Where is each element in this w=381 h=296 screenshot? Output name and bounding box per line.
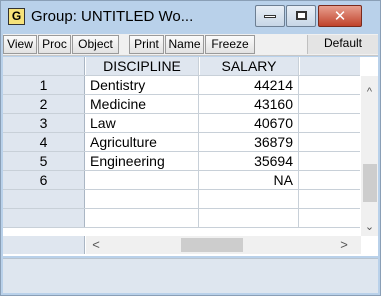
table-row: 6 NA	[3, 171, 360, 190]
default-display-selector[interactable]: Default	[307, 35, 378, 54]
table-row: 1 Dentistry 44214	[3, 76, 360, 95]
salary-cell-empty[interactable]	[200, 209, 299, 227]
salary-cell[interactable]: 43160	[200, 95, 299, 113]
discipline-cell-empty[interactable]	[86, 190, 199, 208]
discipline-cell[interactable]: Law	[86, 114, 199, 132]
corner-cell	[3, 57, 85, 75]
scroll-down-icon[interactable]: ⌄	[361, 219, 378, 235]
row-number-empty	[3, 209, 85, 227]
salary-cell[interactable]: 40670	[200, 114, 299, 132]
print-button[interactable]: Print	[129, 35, 164, 54]
row-number[interactable]: 3	[3, 114, 85, 132]
close-icon: ✕	[333, 7, 347, 25]
row-number[interactable]: 2	[3, 95, 85, 113]
salary-cell[interactable]: 36879	[200, 133, 299, 151]
table-row: 3 Law 40670	[3, 114, 360, 133]
scroll-up-icon[interactable]: ^	[361, 84, 378, 100]
table-row: 4 Agriculture 36879	[3, 133, 360, 152]
scroll-right-icon[interactable]: >	[336, 236, 352, 254]
row-number[interactable]: 4	[3, 133, 85, 151]
discipline-cell[interactable]: Dentistry	[86, 76, 199, 94]
table-row: 2 Medicine 43160	[3, 95, 360, 114]
table-row-empty	[3, 209, 360, 228]
scroll-left-icon[interactable]: <	[88, 236, 104, 254]
discipline-cell[interactable]: Agriculture	[86, 133, 199, 151]
object-button[interactable]: Object	[72, 35, 119, 54]
row-number[interactable]: 5	[3, 152, 85, 170]
row-header-filler	[3, 236, 85, 254]
vertical-scroll-thumb[interactable]	[363, 164, 377, 202]
salary-cell-empty[interactable]	[200, 190, 299, 208]
column-header-blank	[300, 57, 360, 75]
group-app-icon: G	[8, 8, 25, 25]
group-window: G Group: UNTITLED Wo... ✕ View Proc Obje…	[0, 0, 381, 296]
discipline-cell-empty[interactable]	[86, 209, 199, 227]
maximize-button[interactable]	[286, 5, 316, 27]
status-bar	[3, 258, 378, 293]
row-number-empty	[3, 190, 85, 208]
discipline-cell[interactable]	[86, 171, 199, 189]
title-bar[interactable]: G Group: UNTITLED Wo... ✕	[1, 1, 380, 33]
toolbar: View Proc Object Print Name Freeze Defau…	[3, 34, 378, 56]
table-row-empty	[3, 190, 360, 209]
row-number[interactable]: 1	[3, 76, 85, 94]
freeze-button[interactable]: Freeze	[205, 35, 255, 54]
minimize-button[interactable]	[255, 5, 285, 27]
salary-cell[interactable]: 35694	[200, 152, 299, 170]
discipline-cell[interactable]: Engineering	[86, 152, 199, 170]
proc-button[interactable]: Proc	[38, 35, 71, 54]
minimize-icon	[264, 15, 276, 18]
horizontal-scroll-thumb[interactable]	[181, 238, 243, 252]
close-button[interactable]: ✕	[318, 5, 362, 27]
row-number[interactable]: 6	[3, 171, 85, 189]
vertical-scrollbar[interactable]: ^ ⌄	[361, 76, 378, 236]
salary-cell[interactable]: NA	[200, 171, 299, 189]
discipline-cell[interactable]: Medicine	[86, 95, 199, 113]
view-button[interactable]: View	[3, 35, 37, 54]
column-header-row: DISCIPLINE SALARY	[3, 57, 360, 76]
maximize-icon	[296, 11, 307, 20]
window-title: Group: UNTITLED Wo...	[31, 8, 194, 25]
column-header-discipline[interactable]: DISCIPLINE	[86, 57, 199, 75]
column-header-salary[interactable]: SALARY	[200, 57, 299, 75]
name-button[interactable]: Name	[165, 35, 204, 54]
table-row: 5 Engineering 35694	[3, 152, 360, 171]
salary-cell[interactable]: 44214	[200, 76, 299, 94]
horizontal-scrollbar[interactable]: < >	[86, 236, 361, 254]
spreadsheet: DISCIPLINE SALARY 1 Dentistry 44214 2 Me…	[3, 57, 378, 256]
